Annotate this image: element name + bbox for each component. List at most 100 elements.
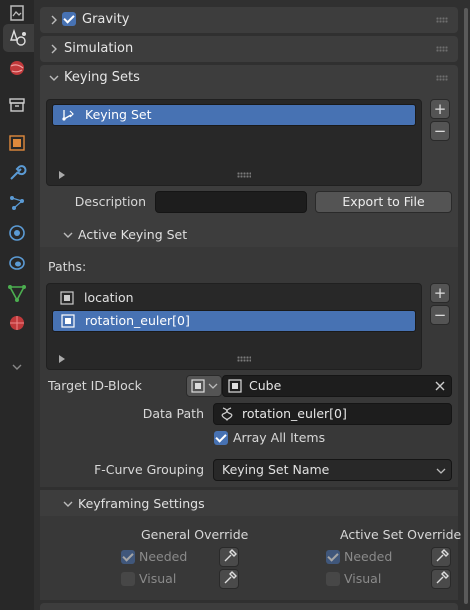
data-path-value: rotation_euler[0] bbox=[242, 406, 347, 421]
tab-object[interactable] bbox=[3, 129, 31, 157]
chevron-right-icon bbox=[51, 15, 57, 25]
active-needed-checkbox[interactable] bbox=[326, 550, 340, 564]
keyframing-settings-title: Keyframing Settings bbox=[78, 496, 205, 511]
active-keying-set-title: Active Keying Set bbox=[78, 227, 188, 242]
general-visual-override-button[interactable] bbox=[219, 569, 239, 589]
chevron-down-icon bbox=[208, 383, 218, 389]
world-icon bbox=[10, 61, 24, 75]
object-data-icon bbox=[228, 379, 242, 393]
list-resize-grip-icon[interactable] bbox=[237, 356, 251, 362]
remove-keying-set-button[interactable]: − bbox=[430, 121, 450, 141]
data-path-field[interactable]: rotation_euler[0] bbox=[213, 403, 452, 425]
chevron-down-icon bbox=[63, 232, 73, 238]
chevron-down-icon bbox=[49, 75, 59, 81]
list-item[interactable]: Keying Set bbox=[52, 104, 416, 126]
drag-grip-icon[interactable] bbox=[436, 46, 448, 52]
active-needed-override-button[interactable] bbox=[431, 547, 451, 567]
eyedropper-icon bbox=[436, 549, 449, 562]
active-visual-override-button[interactable] bbox=[431, 569, 451, 589]
general-override-label: General Override bbox=[141, 527, 249, 542]
list-filter-toggle-icon[interactable] bbox=[59, 355, 65, 363]
chevron-down-icon[interactable] bbox=[10, 360, 24, 374]
close-icon[interactable] bbox=[435, 381, 445, 391]
tab-particles[interactable] bbox=[3, 189, 31, 217]
particles-icon bbox=[10, 196, 24, 210]
list-item[interactable]: location bbox=[52, 288, 414, 308]
list-resize-grip-icon[interactable] bbox=[237, 172, 251, 178]
constraints-icon bbox=[9, 256, 25, 270]
scrollbar-thumb[interactable] bbox=[464, 8, 468, 604]
drag-grip-icon[interactable] bbox=[436, 17, 448, 23]
keying-sets-title: Keying Sets bbox=[64, 70, 140, 85]
simulation-panel-header[interactable]: Simulation bbox=[40, 36, 458, 62]
object-data-icon bbox=[191, 379, 205, 393]
object-icon bbox=[9, 135, 25, 151]
general-needed-label: Needed bbox=[139, 549, 188, 564]
active-keying-set-header[interactable]: Active Keying Set bbox=[40, 221, 458, 247]
object-data-icon bbox=[60, 291, 74, 305]
fcurve-grouping-dropdown[interactable]: Keying Set Name bbox=[213, 459, 452, 481]
target-id-field[interactable]: Cube bbox=[222, 375, 452, 397]
description-field[interactable] bbox=[155, 191, 307, 213]
gravity-panel-header[interactable]: Gravity bbox=[40, 7, 458, 33]
remove-path-button[interactable]: − bbox=[430, 305, 450, 325]
path-label: rotation_euler[0] bbox=[85, 313, 190, 328]
material-icon bbox=[10, 316, 24, 330]
active-visual-label: Visual bbox=[344, 571, 382, 586]
general-needed-checkbox[interactable] bbox=[121, 550, 135, 564]
eyedropper-icon bbox=[224, 549, 237, 562]
tab-world[interactable] bbox=[3, 54, 31, 82]
drag-grip-icon[interactable] bbox=[436, 75, 448, 81]
list-item[interactable]: rotation_euler[0] bbox=[52, 310, 416, 332]
keying-sets-panel-header[interactable]: Keying Sets bbox=[40, 65, 458, 91]
general-needed-override-button[interactable] bbox=[219, 547, 239, 567]
wrench-icon bbox=[10, 165, 27, 180]
list-filter-toggle-icon[interactable] bbox=[59, 171, 65, 179]
array-all-items-checkbox[interactable] bbox=[214, 431, 228, 445]
scene-icon bbox=[9, 28, 26, 46]
eyedropper-icon bbox=[224, 571, 237, 584]
rna-path-icon bbox=[221, 407, 233, 421]
gravity-checkbox[interactable] bbox=[62, 12, 76, 26]
description-label: Description bbox=[74, 194, 146, 209]
properties-tab-strip bbox=[0, 0, 34, 610]
add-keying-set-button[interactable]: + bbox=[430, 99, 450, 119]
tab-collection[interactable] bbox=[3, 91, 31, 119]
output-icon bbox=[10, 5, 24, 21]
keyframing-settings-header[interactable]: Keyframing Settings bbox=[40, 490, 458, 516]
tab-modifiers[interactable] bbox=[3, 159, 31, 187]
keying-set-icon bbox=[62, 110, 74, 121]
add-path-button[interactable]: + bbox=[430, 283, 450, 303]
tab-data[interactable] bbox=[3, 279, 31, 307]
id-type-dropdown[interactable] bbox=[186, 375, 222, 397]
tab-material[interactable] bbox=[3, 309, 31, 337]
target-id-value: Cube bbox=[249, 378, 282, 393]
chevron-down-icon bbox=[436, 468, 446, 474]
active-set-override-label: Active Set Override bbox=[340, 527, 462, 542]
mesh-data-icon bbox=[8, 285, 26, 302]
tab-physics[interactable] bbox=[3, 219, 31, 247]
tab-constraints[interactable] bbox=[3, 249, 31, 277]
paths-list[interactable]: location rotation_euler[0] bbox=[46, 283, 422, 370]
active-visual-checkbox[interactable] bbox=[326, 572, 340, 586]
chevron-right-icon bbox=[51, 44, 57, 54]
path-label: location bbox=[84, 290, 134, 305]
object-data-icon bbox=[61, 314, 75, 328]
eyedropper-icon bbox=[436, 571, 449, 584]
data-path-label: Data Path bbox=[142, 406, 204, 421]
active-needed-label: Needed bbox=[344, 549, 393, 564]
paths-label: Paths: bbox=[48, 259, 87, 274]
fcurve-grouping-value: Keying Set Name bbox=[222, 462, 330, 477]
tab-scene[interactable] bbox=[3, 24, 34, 52]
export-to-file-button[interactable]: Export to File bbox=[315, 191, 452, 213]
general-visual-label: Visual bbox=[139, 571, 177, 586]
chevron-down-icon bbox=[63, 501, 73, 507]
gravity-title: Gravity bbox=[82, 12, 130, 27]
general-visual-checkbox[interactable] bbox=[121, 572, 135, 586]
target-id-label: Target ID-Block bbox=[48, 378, 142, 393]
collection-icon bbox=[9, 98, 25, 112]
keying-sets-list[interactable]: Keying Set bbox=[46, 99, 422, 186]
keying-set-label: Keying Set bbox=[85, 107, 152, 122]
next-panel-header[interactable] bbox=[40, 603, 458, 610]
simulation-title: Simulation bbox=[64, 41, 134, 56]
